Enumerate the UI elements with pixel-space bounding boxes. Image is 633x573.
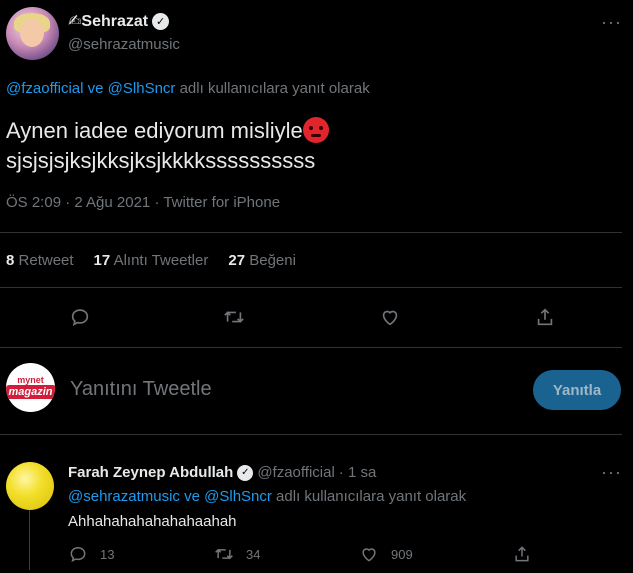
author-name[interactable]: ✍Sehrazat ✓ [68, 11, 170, 31]
reply-count: 13 [100, 546, 115, 562]
reply-author-handle[interactable]: @fzaofficial [257, 464, 334, 481]
verified-badge-icon: ✓ [152, 12, 170, 30]
mention-link[interactable]: @sehrazatmusic [68, 488, 180, 505]
tweet-meta[interactable]: ÖS 2:09 · 2 Ağu 2021 · Twitter for iPhon… [6, 194, 280, 211]
reply-icon[interactable] [63, 300, 97, 334]
divider [0, 347, 622, 348]
divider [0, 287, 622, 288]
divider [0, 232, 622, 233]
reply-author: Farah Zeynep Abdullah ✓ @fzaofficial · 1… [68, 464, 376, 481]
reply-context: @sehrazatmusic ve @SlhSncr adlı kullanıc… [68, 488, 466, 505]
avatar-logo-text: magazin [6, 385, 55, 399]
tweet-body: Aynen iadee ediyorum misliyle sjsjsjsjks… [6, 116, 606, 176]
reply-time[interactable]: · 1 sa [339, 464, 377, 481]
verified-badge-icon: ✓ [237, 464, 254, 481]
like-icon[interactable] [373, 300, 407, 334]
share-icon [515, 546, 529, 562]
mention-link[interactable]: @SlhSncr [204, 488, 272, 505]
avatar-logo-text: mynet [17, 375, 44, 385]
like-icon [362, 548, 376, 562]
mention-link[interactable]: @fzaofficial [6, 80, 83, 97]
quote-stat[interactable]: 17 Alıntı Tweetler [94, 252, 209, 269]
tweet-text-line2: sjsjsjsjksjkksjksjkkkkssssssssss [6, 148, 316, 173]
more-dots-icon[interactable]: ··· [601, 12, 622, 33]
farah-avatar[interactable] [6, 462, 54, 570]
reply-author-name[interactable]: Farah Zeynep Abdullah [68, 464, 233, 481]
retweet-stat[interactable]: 8 Retweet [6, 252, 74, 269]
reply-retweet-action[interactable]: 34 [214, 544, 260, 564]
reply-reply-action[interactable]: 13 [68, 544, 114, 564]
angry-face-emoji-icon [302, 117, 329, 143]
sehrazat-avatar[interactable] [6, 7, 59, 60]
tweet-text-line1: Aynen iadee ediyorum misliyle [6, 118, 303, 143]
reply-context: @fzaofficial ve @SlhSncr adlı kullanıcıl… [6, 80, 370, 97]
reply-share-action[interactable] [512, 544, 532, 564]
reply-actions: 13 34 909 [68, 544, 608, 566]
reply-button[interactable]: Yanıtla [533, 370, 621, 410]
mention-link[interactable]: @SlhSncr [108, 80, 176, 97]
reply-text: Ahhahahahahahahaahah [68, 513, 237, 530]
tweet-actions [0, 300, 633, 334]
retweet-count: 34 [246, 546, 261, 562]
reply-connector: ve [184, 488, 200, 505]
composer-avatar[interactable]: mynet magazin [6, 363, 55, 412]
author-handle[interactable]: @sehrazatmusic [68, 36, 180, 53]
reply-context-suffix: adlı kullanıcılara yanıt olarak [276, 488, 467, 505]
retweet-icon [215, 548, 233, 560]
author-display-name[interactable]: ✍Sehrazat [68, 11, 148, 31]
share-icon[interactable] [528, 300, 562, 334]
divider [0, 434, 622, 435]
reply-input[interactable]: Yanıtını Tweetle [70, 378, 212, 401]
reply-like-action[interactable]: 909 [359, 544, 413, 564]
tweet-stats: 8 Retweet 17 Alıntı Tweetler 27 Beğeni [6, 252, 296, 269]
reply-connector: ve [87, 80, 104, 97]
like-count: 909 [391, 546, 413, 562]
retweet-icon[interactable] [217, 300, 251, 334]
reply-context-suffix: adlı kullanıcılara yanıt olarak [179, 80, 370, 97]
like-stat[interactable]: 27 Beğeni [228, 252, 296, 269]
more-dots-icon[interactable]: ··· [601, 462, 622, 483]
reply-icon [70, 546, 86, 563]
